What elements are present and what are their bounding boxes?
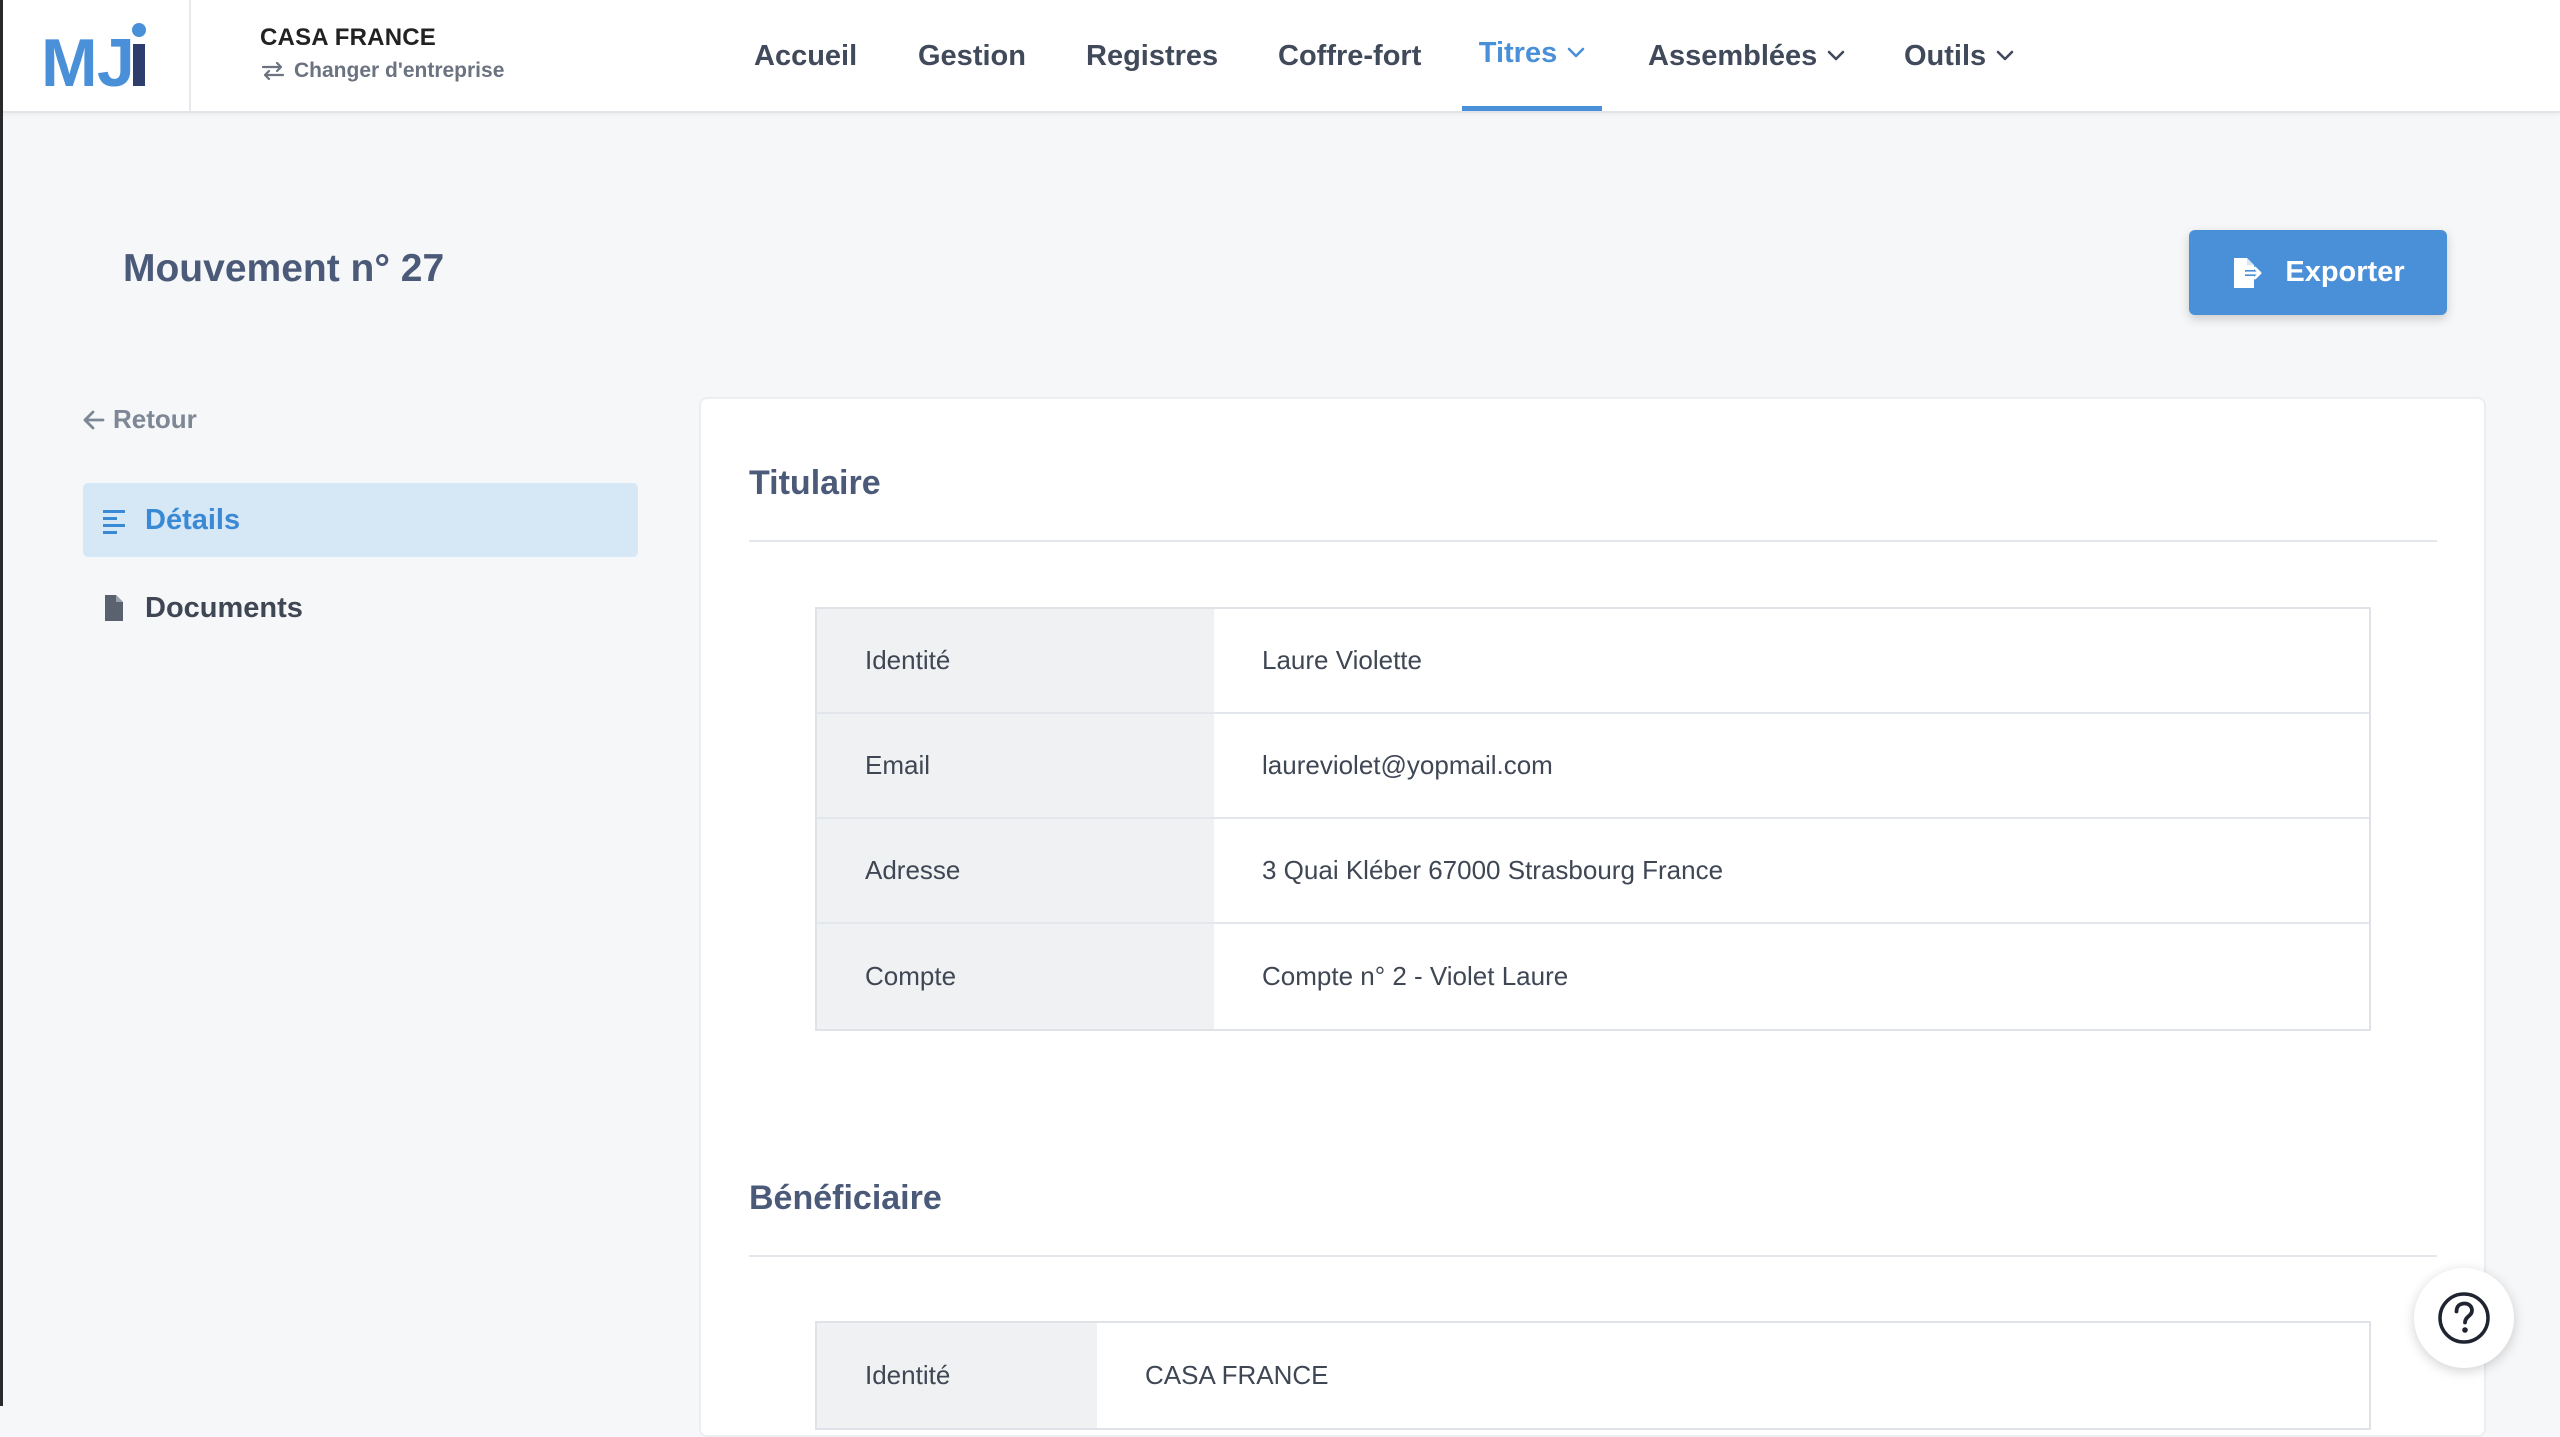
row-value: laureviolet@yopmail.com (1262, 750, 1553, 780)
nav-item-registres[interactable]: Registres (1086, 0, 1218, 111)
back-label: Retour (113, 404, 197, 434)
switch-company-link[interactable]: Changer d'entreprise (260, 59, 504, 83)
nav-label: Coffre-fort (1278, 39, 1422, 72)
row-label: Identité (817, 609, 1214, 712)
table-row: Compte Compte n° 2 - Violet Laure (817, 924, 2369, 1029)
row-value: 3 Quai Kléber 67000 Strasbourg France (1262, 855, 1724, 885)
chevron-down-icon (1567, 47, 1585, 58)
nav-item-assemblees[interactable]: Assemblées (1648, 0, 1845, 111)
beneficiaire-table: Identité CASA FRANCE (815, 1321, 2371, 1430)
nav-label: Titres (1478, 37, 1558, 69)
row-label: Adresse (817, 819, 1214, 922)
sidebar-item-documents[interactable]: Documents (83, 571, 638, 645)
company-name: CASA FRANCE (260, 24, 436, 51)
svg-text:M: M (41, 25, 98, 90)
section-divider (749, 540, 2437, 542)
nav-item-coffre-fort[interactable]: Coffre-fort (1278, 0, 1421, 111)
nav-label: Registres (1086, 39, 1219, 72)
row-label: Compte (817, 924, 1214, 1029)
export-button[interactable]: Exporter (2189, 230, 2447, 315)
details-card: Titulaire Identité Laure Violette Email … (699, 397, 2486, 1437)
page-title: Mouvement n° 27 (123, 247, 445, 290)
switch-company-label: Changer d'entreprise (294, 59, 505, 82)
back-link[interactable]: Retour (83, 404, 197, 435)
chevron-down-icon (1996, 50, 2014, 60)
nav-label: Accueil (754, 39, 858, 72)
nav-item-accueil[interactable]: Accueil (754, 0, 857, 111)
top-navbar: M J CASA FRANCE Changer d'entreprise Acc… (3, 0, 2560, 113)
section-divider (749, 1255, 2437, 1257)
section-title-titulaire: Titulaire (749, 464, 881, 502)
nav-item-titres[interactable]: Titres (1462, 0, 1602, 111)
table-row: Identité Laure Violette (817, 609, 2369, 714)
row-label: Email (817, 714, 1214, 817)
file-export-icon (2234, 257, 2262, 288)
sidebar-item-label: Détails (145, 503, 241, 536)
nav-item-outils[interactable]: Outils (1904, 0, 2014, 111)
svg-text:J: J (97, 25, 135, 90)
row-value: Laure Violette (1262, 645, 1422, 675)
logo-container[interactable]: M J (3, 0, 191, 111)
sidebar-item-label: Documents (145, 591, 303, 624)
align-left-icon (103, 510, 125, 534)
nav-label: Gestion (918, 39, 1026, 72)
arrow-left-icon (83, 410, 105, 429)
row-value: Compte n° 2 - Violet Laure (1262, 961, 1569, 991)
row-label: Identité (817, 1323, 1097, 1428)
sidebar-item-details[interactable]: Détails (83, 483, 638, 557)
help-button[interactable] (2414, 1268, 2514, 1368)
table-row: Identité CASA FRANCE (817, 1323, 2369, 1428)
swap-arrows-icon (261, 61, 285, 81)
titulaire-table: Identité Laure Violette Email laureviole… (815, 607, 2371, 1031)
nav-item-gestion[interactable]: Gestion (918, 0, 1026, 111)
nav-label: Assemblées (1648, 39, 1818, 72)
nav-label: Outils (1904, 39, 1987, 72)
section-title-beneficiaire: Bénéficiaire (749, 1179, 942, 1217)
brand-logo: M J (41, 23, 146, 90)
file-icon (105, 595, 123, 621)
question-circle-icon (2438, 1292, 2490, 1344)
row-value: CASA FRANCE (1145, 1360, 1329, 1390)
export-label: Exporter (2285, 256, 2405, 288)
chevron-down-icon (1827, 50, 1845, 60)
table-row: Email laureviolet@yopmail.com (817, 714, 2369, 819)
table-row: Adresse 3 Quai Kléber 67000 Strasbourg F… (817, 819, 2369, 924)
